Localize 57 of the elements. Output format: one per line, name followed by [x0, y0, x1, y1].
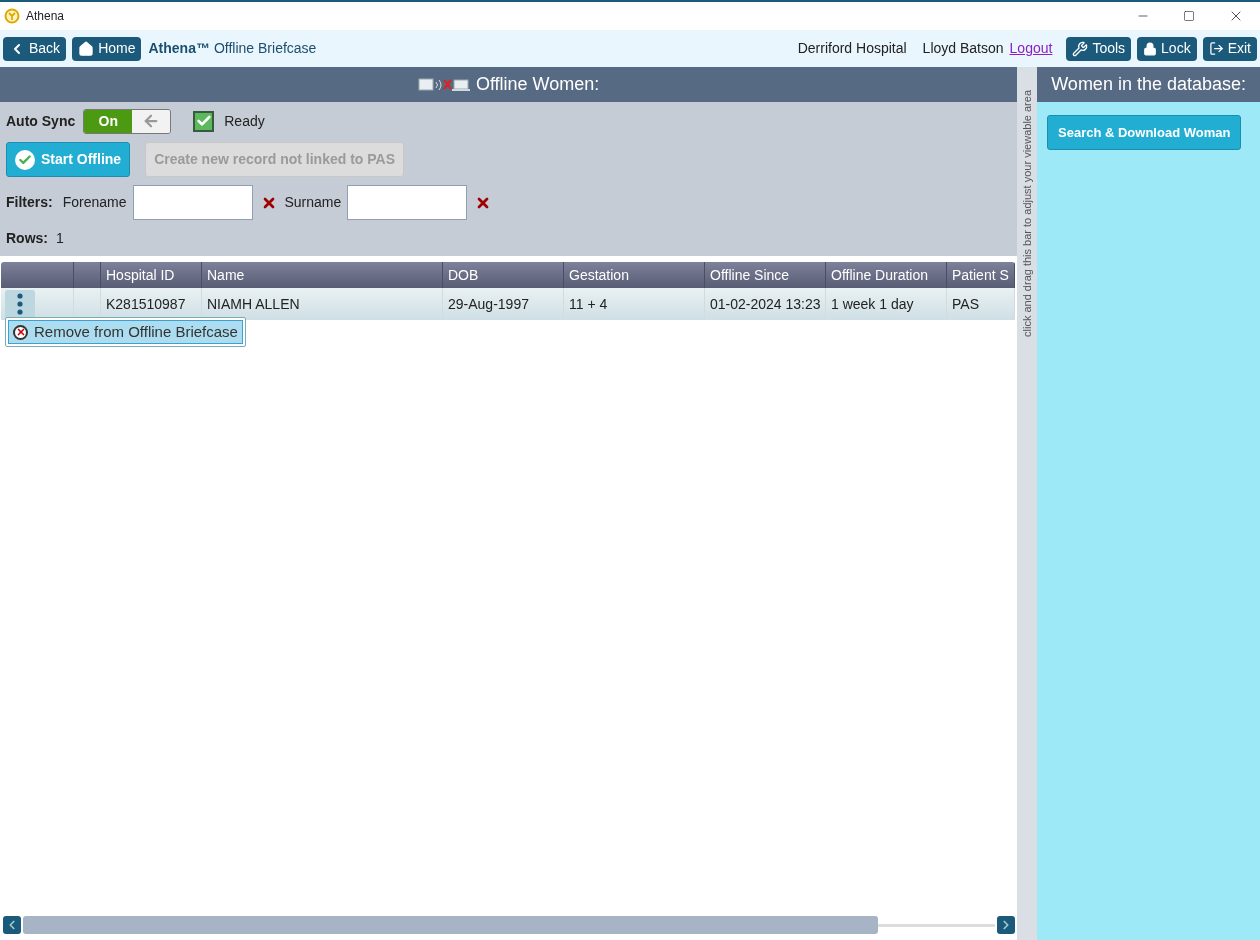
exit-icon	[1208, 41, 1224, 56]
app-name: Athena™	[148, 39, 210, 58]
rows-label: Rows:	[6, 228, 48, 248]
back-button[interactable]: Back	[3, 36, 67, 61]
page-title: Offline Briefcase	[213, 39, 317, 58]
logout-link[interactable]: Logout	[1009, 38, 1053, 59]
column-header[interactable]: Offline Since	[705, 264, 795, 286]
scroll-right-button[interactable]	[997, 916, 1016, 934]
table-cell-text: 11 + 4	[568, 294, 609, 314]
window-title: Athena	[26, 8, 65, 25]
table-cell-text: NIAMH ALLEN	[206, 294, 301, 314]
row-menu-button[interactable]	[5, 290, 35, 318]
filter-label: Forename	[62, 193, 127, 212]
table-cell-text: 1 week 1 day	[830, 294, 915, 314]
exit-button[interactable]: Exit	[1202, 36, 1257, 61]
splitter-hint: click and drag this bar to adjust your viewable area	[1019, 88, 1034, 337]
auto-sync-toggle[interactable]: On	[83, 108, 172, 134]
splitter-bar[interactable]: click and drag this bar to adjust your viewable area	[1017, 67, 1038, 940]
lock-icon	[1143, 41, 1158, 56]
remove-icon	[13, 324, 28, 340]
user-name: Lloyd Batson	[922, 39, 1004, 58]
column-header[interactable]: Hospital ID	[101, 264, 180, 286]
filter-field[interactable]	[132, 185, 253, 220]
search-download-button[interactable]: Search & Download Woman	[1047, 115, 1242, 150]
scroll-left-button[interactable]	[3, 916, 21, 934]
home-button[interactable]: Home	[72, 36, 142, 61]
offline-devices-icon	[417, 75, 470, 94]
app-logo-icon	[4, 8, 20, 24]
tools-icon	[1072, 40, 1089, 57]
hospital-name: Derriford Hospital	[797, 39, 907, 58]
menu-item[interactable]: Remove from Offline Briefcase	[8, 320, 243, 344]
column-header[interactable]: Offline Duration	[826, 264, 933, 286]
panel-title: Women in the database:	[1051, 73, 1246, 96]
table-row[interactable]: K281510987 NIAMH ALLEN 29-Aug-1997 11 + 4 01-02-2024 13:23 1 week 1 day PAS	[1, 288, 1015, 320]
status-label: Ready	[224, 111, 265, 131]
action-button[interactable]: Start Offline	[6, 142, 131, 177]
scrollbar-thumb[interactable]	[23, 916, 878, 934]
auto-sync-label: Auto Sync	[6, 111, 76, 131]
lock-button[interactable]: Lock	[1137, 36, 1197, 61]
panel-title: Offline Women:	[475, 73, 600, 96]
rows-count: 1	[56, 228, 64, 248]
home-icon	[78, 40, 95, 57]
table-cell-text: 01-02-2024 13:23	[709, 294, 822, 314]
check-icon	[15, 149, 35, 170]
more-icon	[17, 293, 23, 315]
table-cell-text: PAS	[951, 294, 980, 314]
filters-label: Filters:	[6, 193, 53, 212]
tools-button[interactable]: Tools	[1066, 36, 1132, 61]
column-header[interactable]: Gestation	[564, 264, 634, 286]
column-header[interactable]: Patient S	[947, 264, 1014, 286]
column-header[interactable]: Name	[202, 264, 250, 286]
table-cell-text: 29-Aug-1997	[447, 294, 530, 314]
column-header[interactable]: DOB	[443, 264, 484, 286]
filter-label: Surname	[284, 193, 342, 212]
filter-field[interactable]	[347, 185, 468, 220]
maximize-icon[interactable]	[1183, 10, 1195, 22]
table-cell-text: K281510987	[105, 294, 187, 314]
